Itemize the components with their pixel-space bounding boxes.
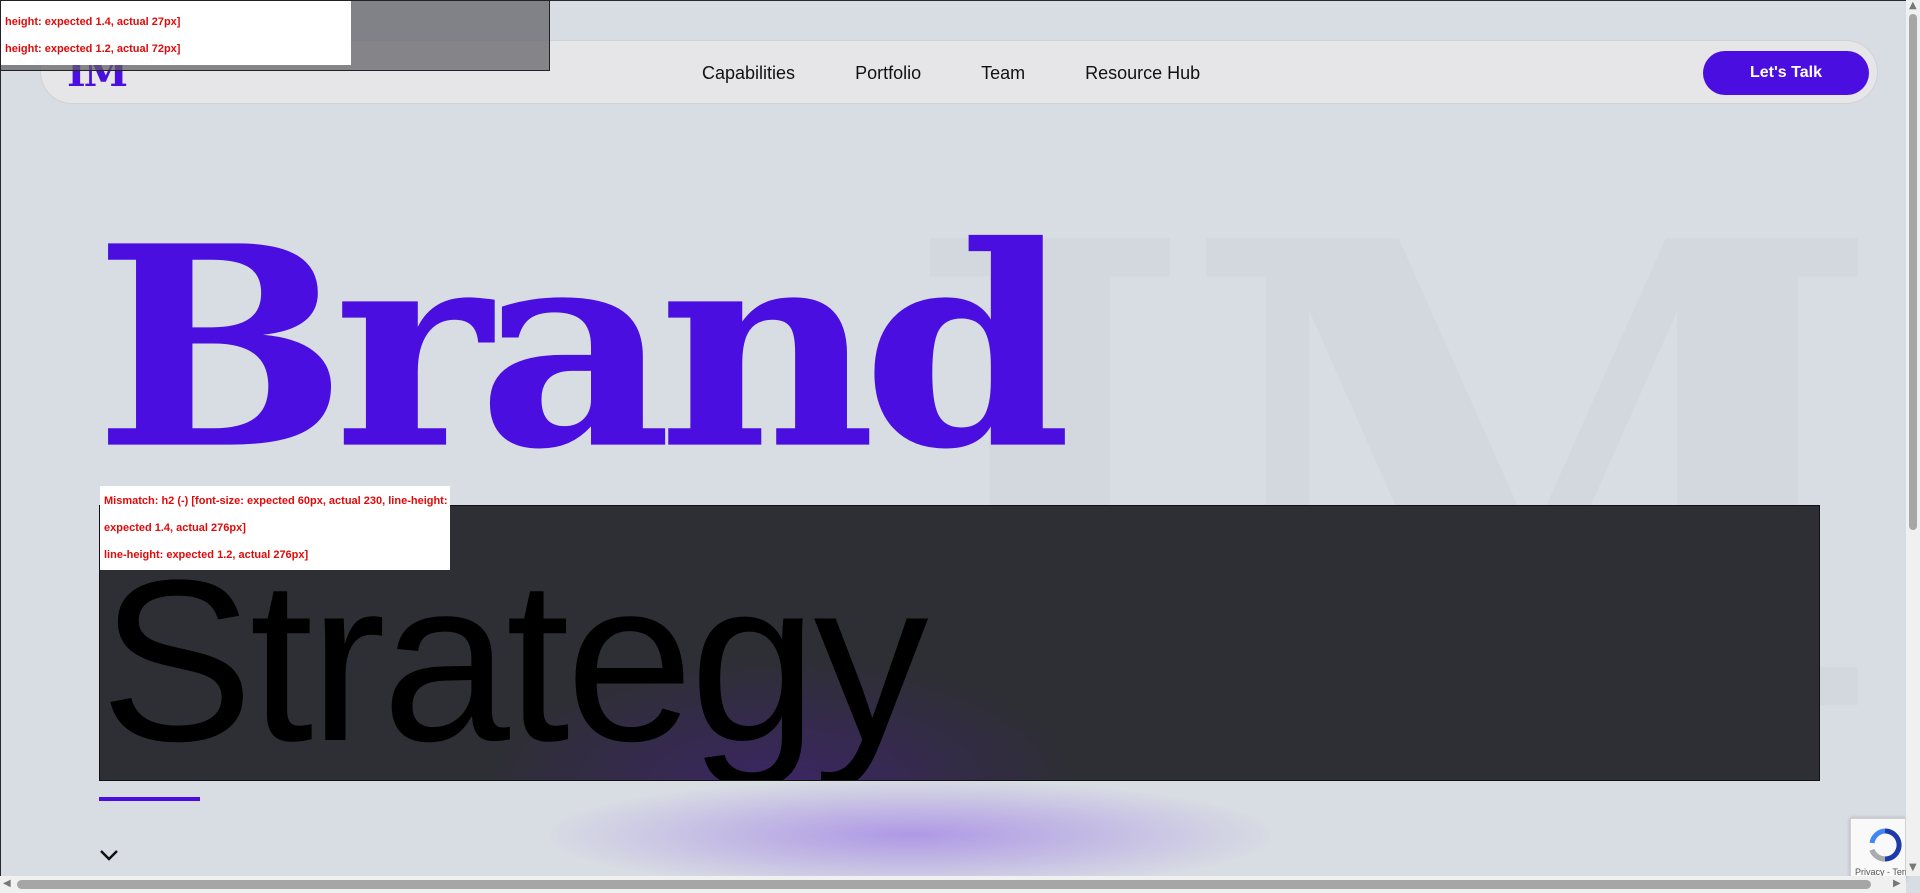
debug-overlay-top: height: expected 1.4, actual 27px] heigh… [0,0,550,71]
vertical-scroll-thumb[interactable] [1909,14,1917,530]
debug-message: height: expected 1.4, actual 27px] [5,16,181,28]
debug-message: expected 1.4, actual 276px] [104,522,246,534]
horizontal-scroll-thumb[interactable] [17,880,1871,889]
hero-title-line1: Brand [94,185,1072,510]
recaptcha-badge[interactable]: Privacy - Terms [1850,818,1917,880]
scroll-down-icon[interactable]: ▼ [1909,862,1917,873]
vertical-scrollbar[interactable]: ▲ ▼ [1906,0,1920,876]
hero-title-line2: Strategy [100,532,929,781]
debug-message: Mismatch: h2 (-) [font-size: expected 60… [104,495,448,507]
scroll-up-icon[interactable]: ▲ [1909,0,1917,11]
main-nav: Capabilities Portfolio Team Resource Hub [672,41,1230,105]
debug-panel-top: height: expected 1.4, actual 27px] heigh… [1,1,351,65]
decorative-purple-glow [550,780,1270,890]
scroll-left-icon[interactable]: ◀ [3,878,11,889]
nav-item-resource-hub[interactable]: Resource Hub [1055,63,1230,84]
nav-item-capabilities[interactable]: Capabilities [672,63,825,84]
horizontal-scrollbar[interactable]: ◀ ▶ [0,876,1906,893]
accent-underline [99,797,200,801]
debug-message: height: expected 1.2, actual 72px] [5,43,181,55]
chevron-down-icon[interactable] [99,848,119,862]
recaptcha-icon [1869,828,1902,862]
lets-talk-button[interactable]: Let's Talk [1703,51,1869,95]
nav-item-team[interactable]: Team [951,63,1055,84]
debug-panel-mismatch: Mismatch: h2 (-) [font-size: expected 60… [100,486,450,570]
scroll-right-icon[interactable]: ▶ [1893,878,1901,889]
nav-item-portfolio[interactable]: Portfolio [825,63,951,84]
debug-message: line-height: expected 1.2, actual 276px] [104,549,309,561]
